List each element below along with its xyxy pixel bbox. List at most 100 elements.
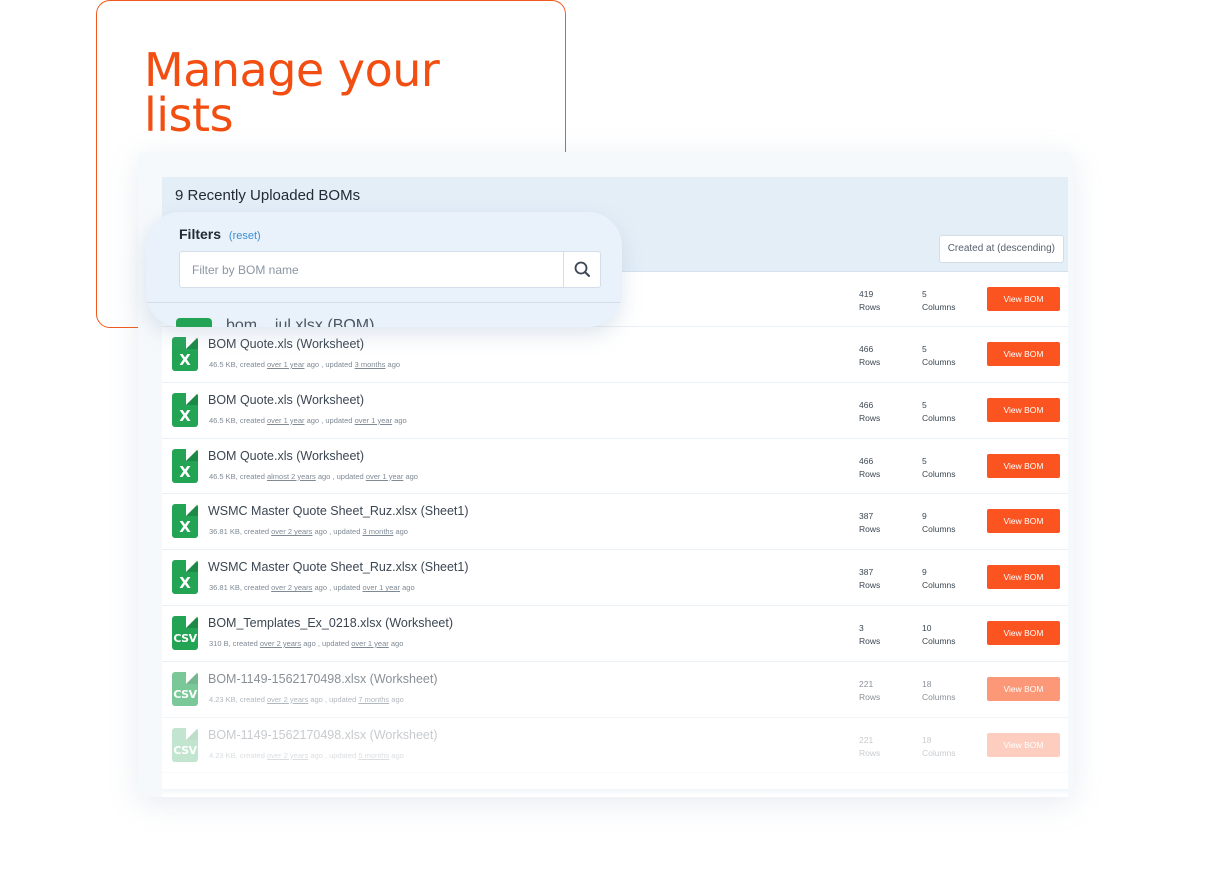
excel-file-icon: X — [172, 337, 198, 371]
file-type-glyph: X — [179, 406, 191, 425]
created-link[interactable]: over 2 years — [271, 527, 312, 536]
updated-link[interactable]: over 1 year — [366, 472, 404, 481]
columns-unit: Columns — [922, 580, 956, 591]
created-link[interactable]: over 2 years — [267, 695, 308, 704]
sort-select[interactable]: Created at (descending) — [938, 235, 1064, 263]
file-fold — [186, 504, 198, 517]
columns-count: 5 Columns — [922, 343, 956, 369]
created-link[interactable]: over 2 years — [260, 639, 301, 648]
file-fold — [186, 560, 198, 573]
columns-unit: Columns — [922, 691, 956, 702]
file-fold — [186, 727, 198, 740]
updated-prefix: , updated — [329, 527, 361, 537]
filters-title-text: Filters — [179, 226, 222, 242]
bom-name[interactable]: BOM Quote.xls (Worksheet) — [208, 337, 364, 351]
rows-unit: Rows — [859, 635, 881, 646]
columns-value: 5 — [922, 344, 927, 354]
bom-name[interactable]: BOM_Templates_Ex_0218.xlsx (Worksheet) — [208, 616, 453, 630]
created-link[interactable]: over 1 year — [267, 360, 305, 369]
updated-link[interactable]: over 1 year — [363, 583, 401, 592]
bom-size: 4.23 KB, created — [209, 694, 265, 704]
updated-link[interactable]: over 1 year — [355, 416, 393, 425]
created-link[interactable]: over 1 year — [267, 416, 305, 425]
filters-reset-link[interactable]: (reset) — [229, 230, 261, 242]
bom-row: X BOM Quote.xls (Worksheet) 46.5 KB, cre… — [162, 382, 1068, 439]
rows-unit: Rows — [859, 691, 881, 702]
updated-prefix: , updated — [321, 415, 353, 425]
filters-title: Filters (reset) — [179, 226, 261, 242]
ghost-row-text: bom....jul.xlsx (BOM) — [226, 317, 375, 327]
columns-unit: Columns — [922, 357, 956, 367]
view-bom-button[interactable]: View BOM — [987, 509, 1060, 534]
created-link[interactable]: almost 2 years — [267, 472, 316, 481]
columns-count: 9 Columns — [922, 566, 956, 592]
ago-text: ago — [306, 360, 320, 369]
bom-meta: 4.23 KB, created over 2 years ago , upda… — [209, 751, 404, 760]
filter-by-name-input[interactable] — [180, 252, 565, 287]
view-bom-button[interactable]: View BOM — [987, 453, 1060, 478]
bom-size: 310 B, created — [209, 638, 258, 648]
rows-value: 387 — [859, 511, 874, 522]
rows-value: 3 — [859, 622, 864, 633]
view-bom-button[interactable]: View BOM — [987, 397, 1060, 422]
ago-text: ago — [390, 638, 404, 648]
updated-prefix: , updated — [324, 750, 357, 760]
bom-name[interactable]: WSMC Master Quote Sheet_Ruz.xlsx (Sheet1… — [208, 560, 469, 574]
rows-count: 419 Rows — [859, 288, 880, 314]
file-type-glyph: X — [179, 462, 191, 481]
file-type-glyph: CSV — [173, 687, 197, 701]
updated-link[interactable]: 5 months — [358, 751, 389, 760]
filters-panel: Filters (reset) bom....jul.xlsx (BOM) — [146, 212, 622, 327]
excel-file-icon: X — [172, 448, 198, 483]
view-bom-button[interactable]: View BOM — [987, 732, 1060, 757]
file-fold — [186, 448, 198, 461]
rows-count: 387 Rows — [859, 510, 880, 536]
updated-link[interactable]: over 1 year — [351, 639, 389, 648]
columns-value: 10 — [922, 622, 932, 633]
bom-size: 46.5 KB, created — [209, 360, 265, 369]
bom-name[interactable]: BOM Quote.xls (Worksheet) — [208, 393, 364, 407]
filter-input-wrap — [179, 251, 601, 288]
bom-name[interactable]: BOM Quote.xls (Worksheet) — [208, 449, 364, 463]
bom-name[interactable]: BOM-1149-1562170498.xlsx (Worksheet) — [208, 728, 438, 742]
ago-text: ago — [391, 750, 404, 760]
view-bom-button[interactable]: View BOM — [987, 342, 1060, 366]
search-button[interactable] — [563, 252, 600, 287]
updated-link[interactable]: 3 months — [355, 360, 386, 369]
view-bom-button[interactable]: View BOM — [987, 676, 1060, 701]
file-type-glyph: X — [179, 351, 191, 369]
excel-file-icon: X — [172, 392, 198, 427]
bom-meta: 46.5 KB, created over 1 year ago , updat… — [209, 416, 407, 425]
columns-count: 9 Columns — [922, 510, 956, 536]
bom-row: CSV BOM-1149-1562170498.xlsx (Worksheet)… — [162, 717, 1068, 774]
rows-unit: Rows — [859, 580, 881, 591]
bom-name[interactable]: BOM-1149-1562170498.xlsx (Worksheet) — [208, 672, 438, 686]
updated-link[interactable]: 7 months — [358, 695, 389, 704]
updated-prefix: , updated — [332, 471, 364, 481]
created-link[interactable]: over 2 years — [271, 583, 312, 592]
rows-count: 466 Rows — [859, 455, 880, 481]
bom-name[interactable]: WSMC Master Quote Sheet_Ruz.xlsx (Sheet1… — [208, 504, 469, 518]
updated-link[interactable]: 3 months — [363, 527, 394, 536]
file-type-glyph: CSV — [173, 743, 197, 757]
created-link[interactable]: over 2 years — [267, 751, 308, 760]
updated-prefix: , updated — [329, 583, 361, 593]
file-fold — [186, 671, 198, 684]
view-bom-button[interactable]: View BOM — [987, 287, 1060, 311]
bom-size: 36.81 KB, created — [209, 583, 270, 593]
hero-title: Manage your lists — [144, 43, 440, 142]
bom-meta: 36.81 KB, created over 2 years ago , upd… — [209, 527, 408, 536]
rows-value: 221 — [859, 678, 874, 689]
ago-text: ago — [391, 694, 404, 704]
csv-file-icon: CSV — [172, 727, 198, 762]
columns-count: 5 Columns — [922, 455, 956, 481]
columns-value: 5 — [922, 399, 927, 410]
rows-value: 466 — [859, 344, 874, 354]
view-bom-button[interactable]: View BOM — [987, 565, 1060, 590]
ago-text: ago — [303, 638, 316, 648]
columns-value: 9 — [922, 567, 927, 578]
columns-unit: Columns — [922, 635, 956, 646]
view-bom-button[interactable]: View BOM — [987, 620, 1060, 645]
bom-meta: 46.5 KB, created almost 2 years ago , up… — [209, 472, 418, 481]
columns-count: 5 Columns — [922, 399, 956, 425]
